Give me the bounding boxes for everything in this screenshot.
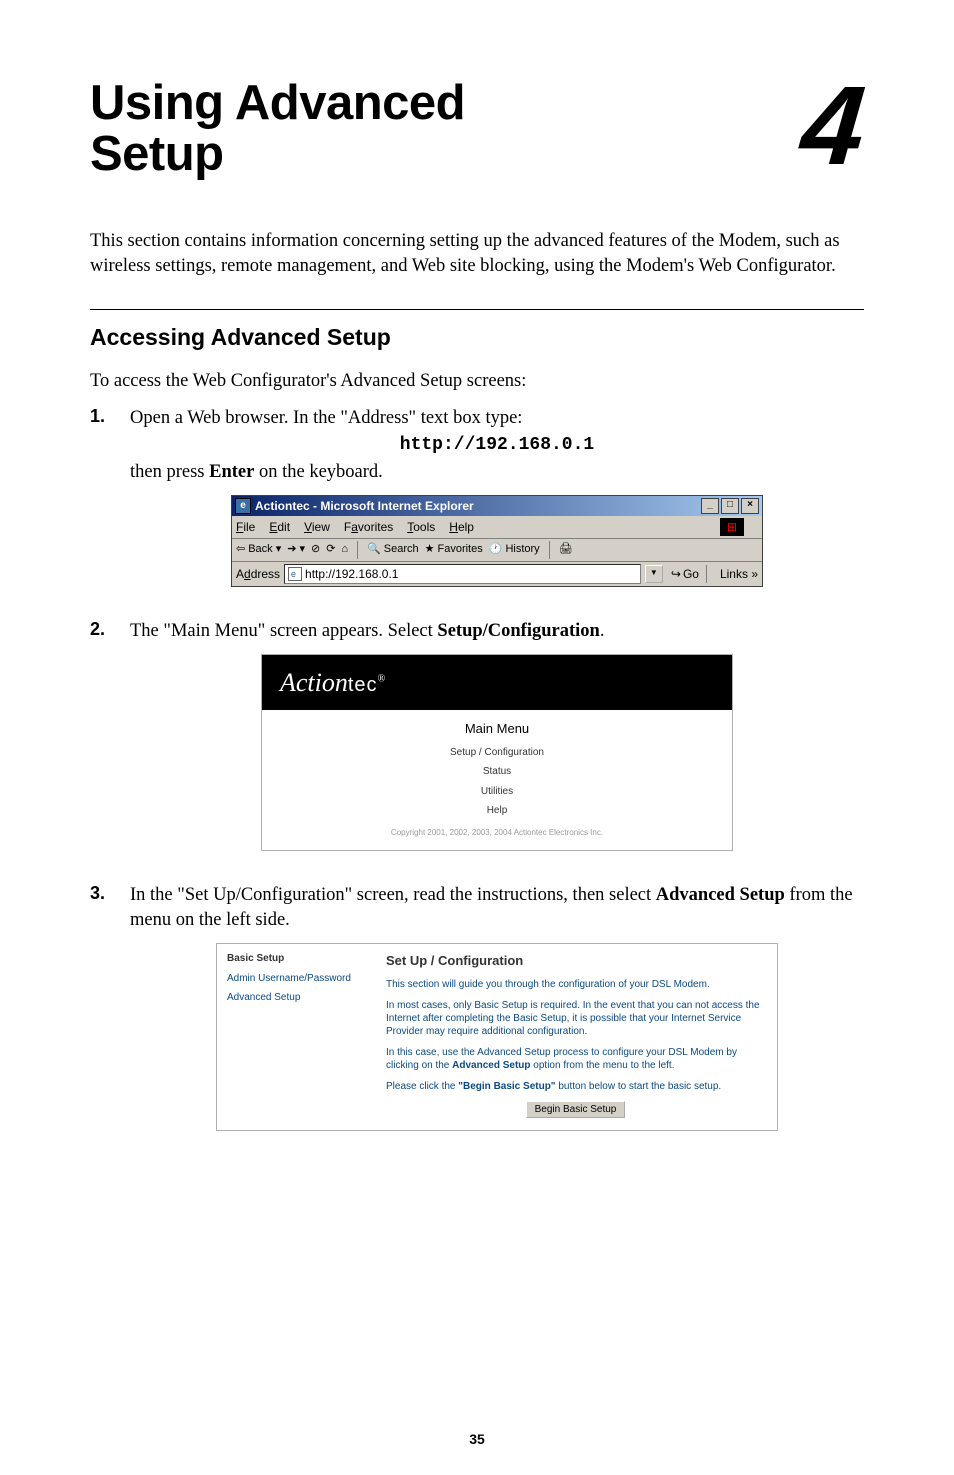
cfg-paragraph-3: In this case, use the Advanced Setup pro…	[386, 1046, 765, 1072]
menu-tools[interactable]: Tools	[407, 519, 435, 535]
chevron-down-icon: ▾	[299, 542, 305, 557]
step3-b: Advanced Setup	[656, 885, 785, 905]
step1-post-c: on the keyboard.	[254, 462, 382, 482]
chapter-title-line2: Setup	[90, 127, 224, 181]
search-icon: 🔍	[367, 542, 381, 557]
begin-basic-setup-button[interactable]: Begin Basic Setup	[526, 1101, 626, 1119]
actiontec-banner: Actiontec®	[262, 655, 732, 710]
sidebar-advanced-setup[interactable]: Advanced Setup	[227, 991, 372, 1005]
print-icon: 🖨	[559, 542, 573, 557]
step1-post-b: Enter	[209, 462, 254, 482]
link-setup-configuration[interactable]: Setup / Configuration	[262, 746, 732, 760]
chapter-title: Using Advanced Setup	[90, 78, 465, 181]
link-utilities[interactable]: Utilities	[262, 785, 732, 799]
favorites-button[interactable]: ★Favorites	[425, 542, 483, 557]
cfg-paragraph-4: Please click the "Begin Basic Setup" but…	[386, 1080, 765, 1093]
print-button[interactable]: 🖨	[559, 542, 573, 557]
main-menu-area: Main Menu Setup / Configuration Status U…	[262, 710, 732, 850]
step2-b: Setup/Configuration	[437, 621, 599, 641]
go-icon: ↪	[671, 566, 681, 582]
intro-paragraph: This section contains information concer…	[90, 229, 864, 279]
history-button[interactable]: 🕐History	[489, 542, 540, 557]
menu-edit[interactable]: Edit	[269, 519, 290, 535]
cfg-title: Set Up / Configuration	[386, 952, 765, 970]
ie-menubar: FFileile Edit View Favorites Tools Help	[232, 516, 762, 539]
ie-window-title: Actiontec - Microsoft Internet Explorer	[255, 498, 699, 514]
step-3: In the "Set Up/Configuration" screen, re…	[90, 883, 864, 1149]
page-number: 35	[0, 1431, 954, 1447]
go-button[interactable]: ↪Go	[671, 566, 699, 582]
ie-browser-figure: e Actiontec - Microsoft Internet Explore…	[231, 495, 763, 587]
link-status[interactable]: Status	[262, 765, 732, 779]
step-2: The "Main Menu" screen appears. Select S…	[90, 619, 864, 869]
toolbar-separator	[706, 565, 707, 583]
menu-file[interactable]: FFileile	[236, 519, 255, 535]
page-icon	[288, 567, 302, 581]
ie-titlebar: e Actiontec - Microsoft Internet Explore…	[232, 496, 762, 516]
ie-toolbar: ⇦Back ▾ ➔ ▾ ⊘ ⟳ ⌂ 🔍Search ★Favorites 🕐Hi…	[232, 539, 762, 562]
actiontec-main-menu-figure: Actiontec® Main Menu Setup / Configurati…	[261, 654, 733, 851]
address-url: http://192.168.0.1	[305, 566, 398, 582]
chapter-number: 4	[798, 78, 869, 173]
step3-a: In the "Set Up/Configuration" screen, re…	[130, 885, 656, 905]
back-arrow-icon: ⇦	[236, 542, 245, 557]
ie-flag-icon	[720, 518, 744, 536]
search-button[interactable]: 🔍Search	[367, 542, 419, 557]
chapter-title-line1: Using Advanced	[90, 76, 465, 130]
back-button[interactable]: ⇦Back ▾	[236, 542, 281, 557]
cfg-paragraph-2: In most cases, only Basic Setup is requi…	[386, 999, 765, 1038]
minimize-button[interactable]: _	[701, 498, 719, 514]
cfg-paragraph-1: This section will guide you through the …	[386, 978, 765, 991]
step1-pre: Open a Web browser. In the "Address" tex…	[130, 408, 522, 428]
links-button[interactable]: Links »	[720, 566, 758, 582]
chapter-header: Using Advanced Setup 4	[90, 78, 864, 181]
address-label: Address	[236, 566, 280, 582]
menu-view[interactable]: View	[304, 519, 330, 535]
step2-a: The "Main Menu" screen appears. Select	[130, 621, 437, 641]
step1-code: http://192.168.0.1	[130, 433, 864, 457]
toolbar-separator	[549, 541, 550, 559]
link-help[interactable]: Help	[262, 804, 732, 818]
menu-help[interactable]: Help	[449, 519, 474, 535]
ie-app-icon: e	[235, 498, 251, 514]
stop-button[interactable]: ⊘	[311, 542, 320, 557]
home-icon: ⌂	[341, 542, 348, 557]
lead-text: To access the Web Configurator's Advance…	[90, 369, 864, 394]
forward-arrow-icon: ➔	[287, 542, 296, 557]
section-heading: Accessing Advanced Setup	[90, 324, 864, 351]
chevron-down-icon: ▾	[276, 542, 282, 557]
address-input[interactable]: http://192.168.0.1	[284, 564, 641, 584]
refresh-button[interactable]: ⟳	[326, 542, 335, 557]
toolbar-separator	[357, 541, 358, 559]
step1-post-a: then press	[130, 462, 209, 482]
step-1: Open a Web browser. In the "Address" tex…	[90, 406, 864, 605]
forward-button[interactable]: ➔ ▾	[287, 542, 305, 557]
section-rule	[90, 309, 864, 310]
home-button[interactable]: ⌂	[341, 542, 348, 557]
cfg-main-panel: Set Up / Configuration This section will…	[382, 944, 777, 1130]
main-menu-title: Main Menu	[262, 720, 732, 738]
cfg-sidebar: Basic Setup Admin Username/Password Adva…	[217, 944, 382, 1130]
step2-c: .	[600, 621, 605, 641]
close-button[interactable]: ×	[741, 498, 759, 514]
ie-addressbar: Address http://192.168.0.1 ▼ ↪Go Links »	[232, 562, 762, 586]
sidebar-admin-user-pass[interactable]: Admin Username/Password	[227, 972, 372, 986]
setup-configuration-figure: Basic Setup Admin Username/Password Adva…	[216, 943, 778, 1131]
copyright-text: Copyright 2001, 2002, 2003, 2004 Actiont…	[262, 828, 732, 845]
refresh-icon: ⟳	[326, 542, 335, 557]
address-dropdown[interactable]: ▼	[645, 565, 663, 583]
maximize-button[interactable]: □	[721, 498, 739, 514]
history-icon: 🕐	[489, 542, 503, 557]
sidebar-basic-setup[interactable]: Basic Setup	[227, 952, 372, 966]
stop-icon: ⊘	[311, 542, 320, 557]
chevron-right-icon: »	[751, 567, 758, 581]
menu-favorites[interactable]: Favorites	[344, 519, 393, 535]
favorites-icon: ★	[425, 542, 435, 557]
actiontec-logo: Actiontec®	[280, 668, 385, 697]
